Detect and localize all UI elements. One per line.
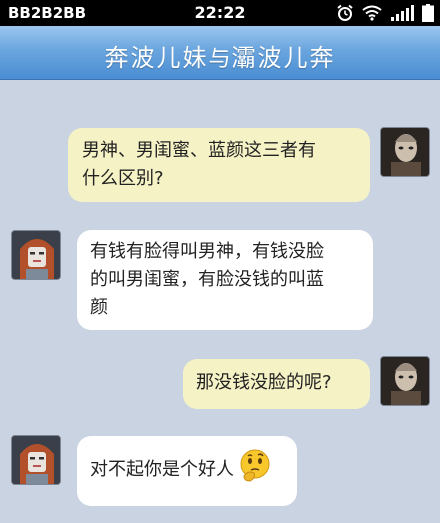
- avatar-contact[interactable]: [11, 230, 61, 280]
- message-line: 什么区别?: [82, 168, 164, 189]
- message-line: 的叫男闺蜜，有脸没钱的叫蓝: [90, 269, 324, 290]
- alarm-clock-icon: [337, 4, 353, 21]
- avatar-contact[interactable]: [11, 435, 61, 485]
- avatar-contact-image: [12, 231, 60, 279]
- message-line: 那没钱没脸的呢?: [196, 372, 332, 393]
- title-bar: 奔波儿妹与灞波儿奔: [0, 26, 440, 80]
- message-bubble-incoming[interactable]: 有钱有脸得叫男神，有钱没脸 的叫男闺蜜，有脸没钱的叫蓝 颜: [77, 230, 373, 330]
- avatar-self[interactable]: [380, 356, 430, 406]
- thinking-face-icon: [240, 449, 270, 482]
- message-bubble-outgoing[interactable]: 男神、男闺蜜、蓝颜这三者有 什么区别?: [68, 128, 370, 202]
- wifi-icon: [362, 5, 382, 21]
- battery-icon: [422, 4, 434, 22]
- avatar-self-image: [381, 128, 429, 176]
- avatar-self-image: [381, 357, 429, 405]
- message-bubble-outgoing[interactable]: 那没钱没脸的呢?: [183, 359, 370, 409]
- message-line: 颜: [90, 297, 108, 318]
- title-left: 奔波儿妹: [104, 44, 209, 72]
- message-line: 有钱有脸得叫男神，有钱没脸: [90, 241, 324, 262]
- message-line: 对不起你是个好人: [90, 459, 234, 480]
- avatar-contact-image: [12, 436, 60, 484]
- title-connector: 与: [208, 47, 232, 72]
- status-bar: BB2B2BB 22:22: [0, 0, 440, 26]
- signal-icon: [391, 5, 414, 21]
- message-line: 男神、男闺蜜、蓝颜这三者有: [82, 140, 316, 161]
- avatar-self[interactable]: [380, 127, 430, 177]
- status-icons: [336, 4, 434, 22]
- conversation-title: 奔波儿妹与灞波儿奔: [0, 38, 440, 73]
- message-bubble-incoming[interactable]: 对不起你是个好人: [77, 436, 297, 506]
- title-right: 灞波儿奔: [231, 44, 336, 72]
